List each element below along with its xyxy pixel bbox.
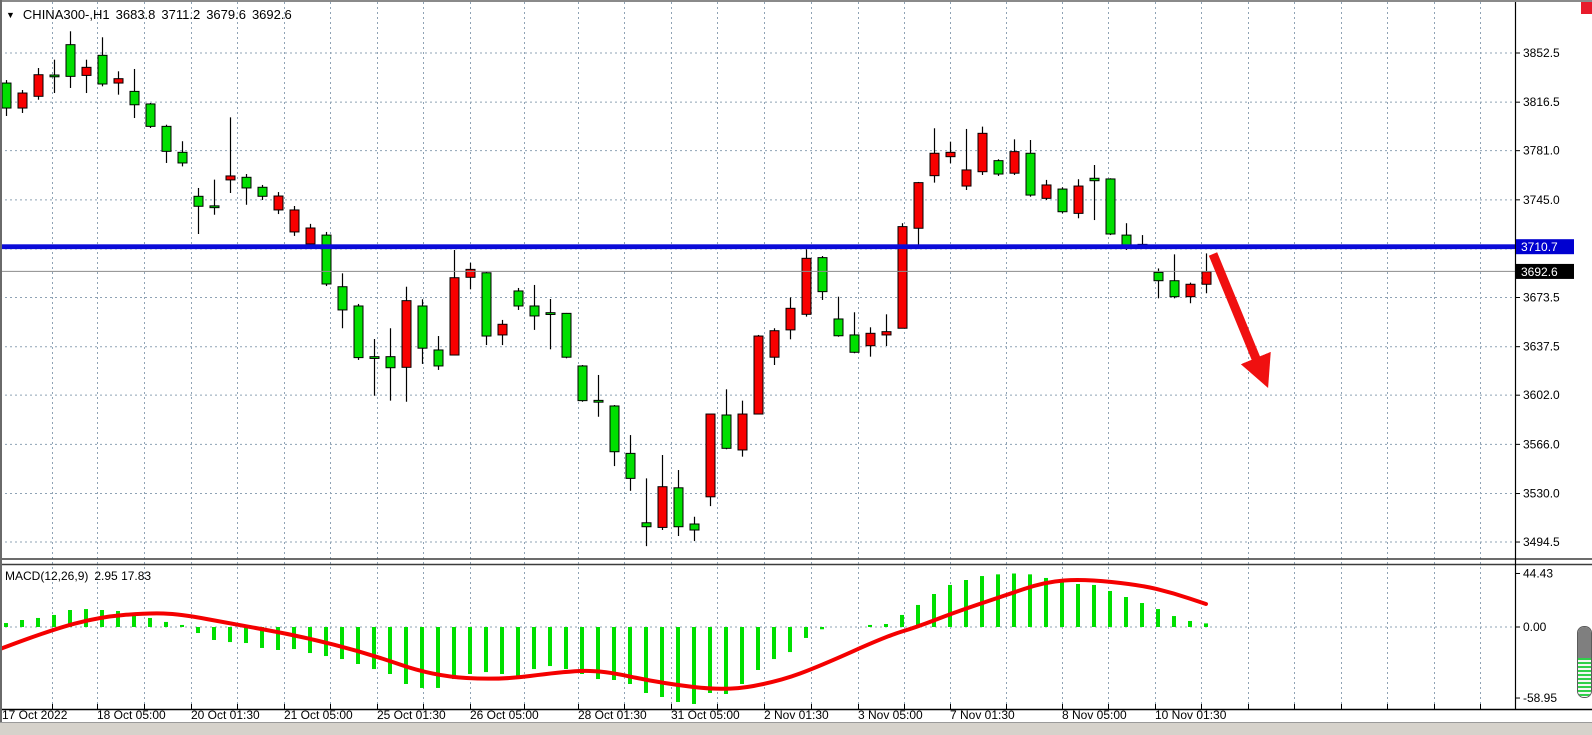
macd-axis-label: -58.95 xyxy=(1523,691,1557,705)
scroll-indicator[interactable] xyxy=(1577,626,1592,698)
symbol-dropdown-icon[interactable]: ▼ xyxy=(6,10,15,20)
ohlc-close: 3692.6 xyxy=(252,7,292,22)
date-axis-label: 20 Oct 01:30 xyxy=(191,708,260,722)
symbol-period-label: CHINA300-,H1 xyxy=(23,7,110,22)
price-axis-label: 3852.5 xyxy=(1523,46,1560,60)
price-axis-label: 3530.0 xyxy=(1523,487,1560,501)
price-axis-label: 3637.5 xyxy=(1523,340,1560,354)
price-axis-label: 3673.5 xyxy=(1523,291,1560,305)
hline-price-tag: 3710.7 xyxy=(1516,239,1574,254)
date-axis-label: 28 Oct 01:30 xyxy=(578,708,647,722)
chart-header[interactable]: ▼ CHINA300-,H1 3683.8 3711.2 3679.6 3692… xyxy=(6,7,292,22)
window-left-border xyxy=(0,0,2,722)
date-axis-label: 7 Nov 01:30 xyxy=(950,708,1015,722)
svg-text:3710.7: 3710.7 xyxy=(1521,240,1558,254)
price-axis-label: 3781.0 xyxy=(1523,144,1560,158)
candles-layer xyxy=(2,31,1211,546)
date-axis-label: 26 Oct 05:00 xyxy=(470,708,539,722)
price-axis[interactable]: 3852.5 3816.5 3781.0 3745.0 3673.5 3637.5 3602… xyxy=(1515,46,1560,705)
price-axis-label: 3566.0 xyxy=(1523,437,1560,451)
price-axis-label: 3816.5 xyxy=(1523,95,1560,109)
macd-values: 2.95 17.83 xyxy=(94,569,151,583)
window-top-border xyxy=(0,0,1592,2)
date-axis-label: 3 Nov 05:00 xyxy=(858,708,923,722)
pane-borders xyxy=(0,0,1592,710)
date-axis-label: 10 Nov 01:30 xyxy=(1155,708,1227,722)
macd-axis-label: 0.00 xyxy=(1523,620,1547,634)
trend-arrow-annotation[interactable] xyxy=(1213,254,1257,361)
ohlc-open: 3683.8 xyxy=(116,7,156,22)
price-axis-label: 3602.0 xyxy=(1523,388,1560,402)
window-bottom-strip xyxy=(0,722,1592,735)
scroll-indicator-stripes xyxy=(1578,658,1591,697)
svg-text:3692.6: 3692.6 xyxy=(1521,265,1558,279)
ohlc-low: 3679.6 xyxy=(206,7,246,22)
date-axis-label: 21 Oct 05:00 xyxy=(284,708,353,722)
macd-axis-label: 44.43 xyxy=(1523,566,1553,580)
price-axis-label: 3745.0 xyxy=(1523,193,1560,207)
date-axis-label: 18 Oct 05:00 xyxy=(97,708,166,722)
date-axis-label: 2 Nov 01:30 xyxy=(764,708,829,722)
date-axis-label: 31 Oct 05:00 xyxy=(671,708,740,722)
macd-indicator-label: MACD(12,26,9) 2.95 17.83 xyxy=(5,569,151,583)
price-axis-label: 3494.5 xyxy=(1523,535,1560,549)
date-axis[interactable]: 17 Oct 2022 18 Oct 05:00 20 Oct 01:30 21 Oc… xyxy=(2,704,1481,722)
chart-canvas[interactable]: 3852.5 3816.5 3781.0 3745.0 3673.5 3637.5 3602… xyxy=(0,0,1592,735)
chart-window: 3852.5 3816.5 3781.0 3745.0 3673.5 3637.5 3602… xyxy=(0,0,1592,735)
macd-name: MACD(12,26,9) xyxy=(5,569,88,583)
scroll-indicator-thumb xyxy=(1578,627,1591,658)
date-axis-label: 17 Oct 2022 xyxy=(2,708,68,722)
recording-indicator xyxy=(1581,1,1592,14)
horizontal-price-line[interactable] xyxy=(0,244,1515,249)
macd-histogram xyxy=(6,574,1206,704)
date-axis-label: 25 Oct 01:30 xyxy=(377,708,446,722)
current-price-tag: 3692.6 xyxy=(1516,264,1574,279)
macd-signal-line xyxy=(0,580,1206,689)
ohlc-high: 3711.2 xyxy=(161,7,200,22)
date-axis-label: 8 Nov 05:00 xyxy=(1062,708,1127,722)
